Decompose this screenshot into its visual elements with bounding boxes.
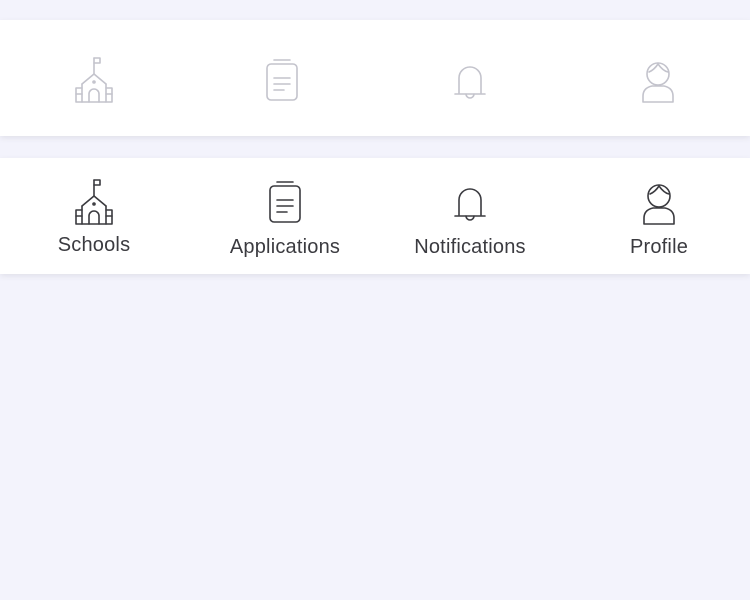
tab-profile[interactable]: Profile — [565, 158, 750, 274]
tab-bar-with-labels: Schools Applications Notifications Profi… — [0, 158, 750, 274]
user-icon — [631, 174, 687, 230]
tab-notifications[interactable]: Notifications — [376, 158, 564, 274]
tab-applications[interactable] — [188, 20, 376, 136]
document-icon — [257, 174, 313, 230]
document-icon — [254, 52, 310, 108]
tab-schools[interactable]: Schools — [0, 158, 188, 274]
tab-profile[interactable] — [564, 20, 750, 136]
tab-notifications[interactable] — [376, 20, 564, 136]
school-icon — [66, 174, 122, 230]
tab-schools[interactable] — [0, 20, 188, 136]
school-icon — [66, 52, 122, 108]
bell-icon — [442, 174, 498, 230]
tab-notifications-label: Notifications — [414, 236, 526, 258]
tab-profile-label: Profile — [629, 236, 689, 258]
tab-applications[interactable]: Applications — [191, 158, 379, 274]
tab-applications-label: Applications — [229, 236, 341, 258]
user-icon — [630, 52, 686, 108]
tab-schools-label: Schools — [57, 234, 131, 256]
bell-icon — [442, 52, 498, 108]
tab-bar-icons-only — [0, 20, 750, 136]
